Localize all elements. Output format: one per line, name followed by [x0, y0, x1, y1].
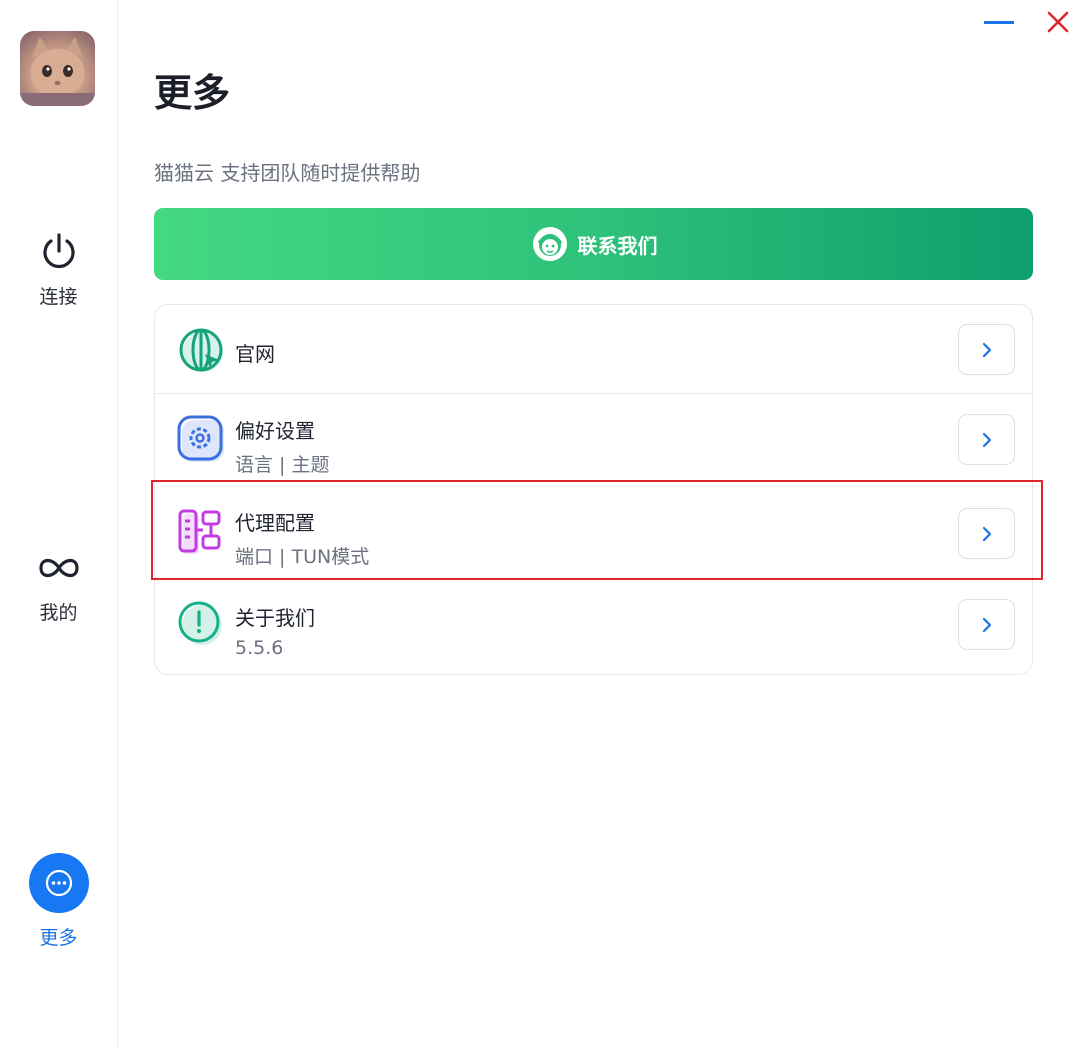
chevron-right-icon	[982, 432, 991, 447]
nav-more-label: 更多	[39, 927, 78, 949]
website-arrow-button[interactable]	[958, 324, 1015, 375]
app-version: 5.5.6	[235, 637, 284, 659]
power-icon	[42, 233, 75, 269]
nav-connect-label: 连接	[39, 286, 78, 308]
nav-mine[interactable]: 我的	[0, 548, 117, 625]
row-proxy-config-title: 代理配置	[235, 511, 315, 535]
row-about-us-title: 关于我们	[235, 606, 315, 630]
infinity-icon	[38, 558, 79, 578]
contact-us-button[interactable]: 联系我们	[154, 208, 1033, 280]
close-icon	[1047, 11, 1069, 33]
settings-gear-icon	[177, 415, 227, 465]
contact-us-label: 联系我们	[577, 233, 658, 258]
chevron-right-icon	[982, 526, 991, 541]
nav-mine-label: 我的	[39, 602, 78, 624]
sidebar: 连接 我的 更多	[0, 0, 118, 1048]
row-proxy-config-subtitle: 端口 | TUN模式	[235, 546, 370, 568]
row-preferences[interactable]: 偏好设置 语言 | 主题	[155, 394, 1032, 486]
more-dots-icon	[45, 869, 72, 897]
page-title: 更多	[154, 71, 231, 115]
nav-more[interactable]: 更多	[0, 853, 117, 950]
settings-card: 官网 偏好设置 语言 | 主题 代理配置 端口 | TUN模式 关于我们 5.5…	[154, 304, 1033, 675]
chevron-right-icon	[982, 342, 991, 357]
row-website-title: 官网	[235, 342, 275, 366]
support-agent-icon	[530, 224, 570, 264]
proxy-config-arrow-button[interactable]	[958, 508, 1015, 559]
proxy-config-icon	[177, 508, 227, 558]
row-website[interactable]: 官网	[155, 305, 1032, 394]
more-circle	[28, 853, 89, 913]
nav-connect[interactable]: 连接	[0, 232, 117, 309]
avatar[interactable]	[20, 31, 95, 106]
chevron-right-icon	[982, 617, 991, 632]
row-preferences-title: 偏好设置	[235, 419, 315, 443]
row-proxy-config[interactable]: 代理配置 端口 | TUN模式	[155, 486, 1032, 578]
info-exclamation-icon	[177, 599, 227, 649]
about-us-arrow-button[interactable]	[958, 599, 1015, 650]
row-about-us[interactable]: 关于我们 5.5.6	[155, 578, 1032, 674]
close-button[interactable]	[1044, 8, 1072, 36]
row-preferences-subtitle: 语言 | 主题	[235, 454, 330, 476]
minimize-button[interactable]	[982, 8, 1014, 36]
page-subtitle: 猫猫云 支持团队随时提供帮助	[154, 161, 421, 185]
preferences-arrow-button[interactable]	[958, 414, 1015, 465]
cat-avatar-image	[20, 37, 95, 106]
globe-cursor-icon	[177, 325, 227, 375]
